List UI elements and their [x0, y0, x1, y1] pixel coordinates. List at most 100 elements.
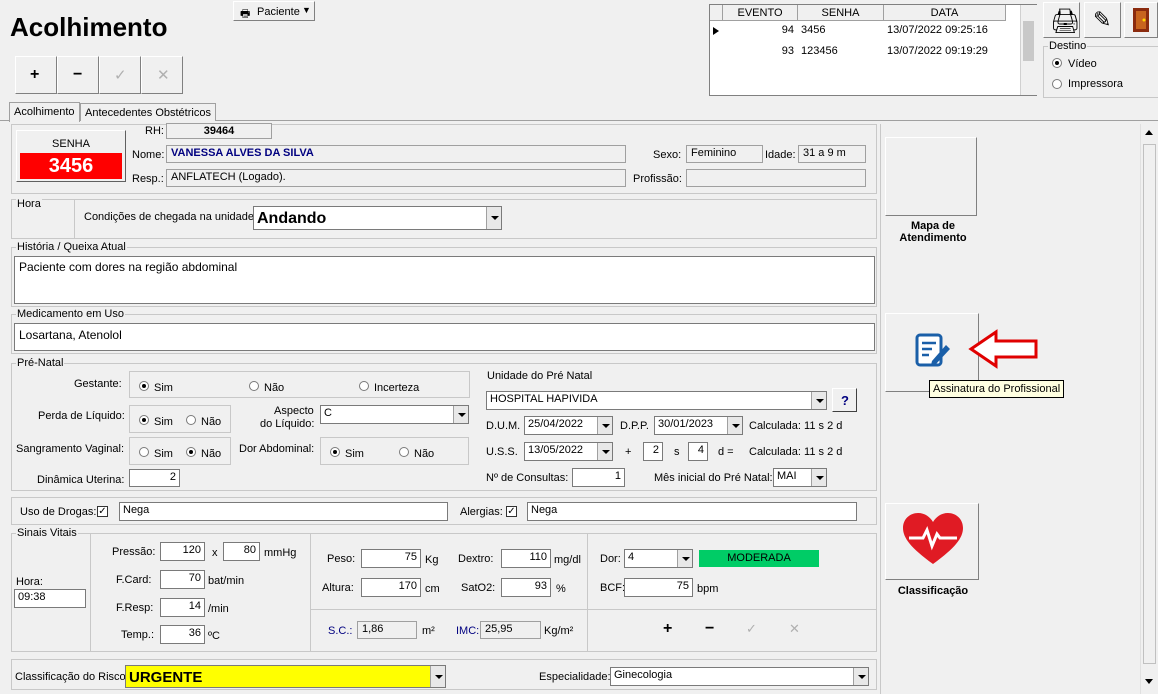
- table-cell: 13/07/2022 09:25:16: [887, 24, 988, 36]
- plus-icon: +: [663, 620, 673, 637]
- table-row-selected-indicator: [713, 27, 719, 35]
- dias-field[interactable]: 4: [688, 442, 708, 461]
- dinamica-field[interactable]: 2: [129, 469, 180, 487]
- vertical-scrollbar[interactable]: [1140, 124, 1158, 694]
- perda-nao-radio[interactable]: [186, 415, 196, 425]
- unidade-value: HOSPITAL HAPIVIDA: [490, 393, 598, 405]
- alergias-field[interactable]: Nega: [527, 502, 857, 521]
- dor-nao-radio[interactable]: [399, 447, 409, 457]
- sv-cancel-button[interactable]: ✕: [782, 619, 808, 641]
- mapa-atendimento-button[interactable]: [885, 137, 977, 216]
- gestante-nao-radio[interactable]: [249, 381, 259, 391]
- dum-select[interactable]: 25/04/2022: [524, 416, 613, 435]
- sv-remove-button[interactable]: −: [698, 619, 724, 641]
- sv-add-button[interactable]: +: [656, 619, 682, 641]
- radio-impressora[interactable]: [1052, 79, 1062, 89]
- uss-value: 13/05/2022: [528, 444, 584, 456]
- aspecto-label-2: do Líquido:: [260, 418, 315, 430]
- sangramento-sim-radio[interactable]: [139, 447, 149, 457]
- perda-sim-radio[interactable]: [139, 415, 149, 425]
- unidade-select[interactable]: HOSPITAL HAPIVIDA: [486, 391, 827, 410]
- scroll-up-icon[interactable]: [1145, 130, 1153, 135]
- semanas-field[interactable]: 2: [643, 442, 663, 461]
- table-header-data: DATA: [884, 5, 1006, 21]
- dpp-select[interactable]: 30/01/2023: [654, 416, 743, 435]
- drogas-checkbox[interactable]: ✓: [97, 506, 108, 517]
- dor-value: 4: [628, 551, 635, 563]
- paciente-menu-button[interactable]: 🖶 Paciente ▼: [233, 1, 315, 21]
- aspecto-value: C: [324, 407, 332, 419]
- dor-level-badge: MODERADA: [699, 550, 819, 567]
- scroll-down-icon[interactable]: [1145, 679, 1153, 684]
- alergias-checkbox[interactable]: ✓: [506, 506, 517, 517]
- especialidade-select[interactable]: Ginecologia: [610, 667, 869, 686]
- confirm-button[interactable]: ✓: [99, 56, 141, 94]
- sangramento-nao-radio[interactable]: [186, 447, 196, 457]
- x-icon: ✕: [157, 67, 170, 84]
- help-button[interactable]: ?: [832, 388, 857, 412]
- mes-select[interactable]: MAI: [773, 468, 827, 487]
- bcf-field[interactable]: 75: [624, 578, 693, 597]
- fcard-label: F.Card:: [116, 574, 152, 586]
- radio-video[interactable]: [1052, 58, 1062, 68]
- uss-select[interactable]: 13/05/2022: [524, 442, 613, 461]
- risco-select[interactable]: URGENTE: [125, 665, 446, 688]
- chevron-down-icon[interactable]: [486, 207, 501, 229]
- add-button[interactable]: +: [15, 56, 57, 94]
- alergias-label: Alergias:: [460, 506, 503, 518]
- pressao-sistolica-field[interactable]: 120: [160, 542, 205, 561]
- cancel-button[interactable]: ✕: [141, 56, 183, 94]
- gestante-sim-radio[interactable]: [139, 381, 149, 391]
- sc-label: S.C.:: [328, 625, 353, 637]
- gestante-nao-label: Não: [264, 382, 285, 394]
- table-header-evento: EVENTO: [723, 5, 798, 21]
- edit-button[interactable]: ✎: [1084, 2, 1121, 38]
- classificacao-button[interactable]: [885, 503, 979, 580]
- sato2-field[interactable]: 93: [501, 578, 551, 597]
- exit-button[interactable]: [1124, 2, 1158, 38]
- remove-button[interactable]: −: [57, 56, 99, 94]
- window-title: Acolhimento: [10, 12, 168, 42]
- tab-acolhimento[interactable]: Acolhimento: [9, 102, 80, 122]
- chevron-down-icon[interactable]: [430, 666, 445, 687]
- temp-field[interactable]: 36: [160, 625, 205, 644]
- drogas-field[interactable]: Nega: [119, 502, 448, 521]
- dor-sim-radio[interactable]: [330, 447, 340, 457]
- medicamento-field[interactable]: Losartana, Atenolol: [14, 323, 875, 351]
- table-row[interactable]: 93 123456 13/07/2022 09:19:29: [723, 43, 1006, 59]
- profissao-label: Profissão:: [633, 173, 682, 185]
- chevron-down-icon[interactable]: [811, 392, 826, 409]
- event-table[interactable]: EVENTO SENHA DATA 94 3456 13/07/2022 09:…: [709, 4, 1037, 96]
- pressao-diastolica-field[interactable]: 80: [223, 542, 260, 561]
- dextro-field[interactable]: 110: [501, 549, 551, 568]
- printer-button[interactable]: 🖨: [1043, 2, 1080, 38]
- dor-select[interactable]: 4: [624, 549, 693, 568]
- chevron-down-icon[interactable]: [677, 550, 692, 567]
- aspecto-select[interactable]: C: [320, 405, 469, 424]
- peso-field[interactable]: 75: [361, 549, 421, 568]
- consultas-field[interactable]: 1: [572, 468, 625, 487]
- chevron-down-icon[interactable]: [597, 443, 612, 460]
- sv-hora-label: Hora:: [16, 576, 43, 588]
- scroll-thumb[interactable]: [1143, 144, 1156, 664]
- rh-label: RH:: [145, 125, 164, 137]
- altura-field[interactable]: 170: [361, 578, 421, 597]
- sv-hora-field[interactable]: 09:38: [14, 589, 86, 608]
- chevron-down-icon[interactable]: [853, 668, 868, 685]
- help-icon: ?: [841, 393, 849, 408]
- chevron-down-icon[interactable]: [811, 469, 826, 486]
- chevron-down-icon[interactable]: [597, 417, 612, 434]
- fresp-field[interactable]: 14: [160, 598, 205, 617]
- table-scrollbar[interactable]: [1020, 5, 1037, 95]
- chevron-down-icon[interactable]: [727, 417, 742, 434]
- chevron-down-icon[interactable]: [453, 406, 468, 423]
- tab-antecedentes-obstetricos[interactable]: Antecedentes Obstétricos: [80, 103, 216, 121]
- fcard-field[interactable]: 70: [160, 570, 205, 589]
- historia-textarea[interactable]: Paciente com dores na região abdominal: [14, 256, 875, 304]
- sv-confirm-button[interactable]: ✓: [740, 619, 766, 641]
- scroll-thumb[interactable]: [1023, 21, 1034, 61]
- chegada-select[interactable]: Andando: [253, 206, 502, 230]
- gestante-incerteza-radio[interactable]: [359, 381, 369, 391]
- destino-title: Destino: [1048, 40, 1088, 52]
- table-row[interactable]: 94 3456 13/07/2022 09:25:16: [723, 22, 1006, 38]
